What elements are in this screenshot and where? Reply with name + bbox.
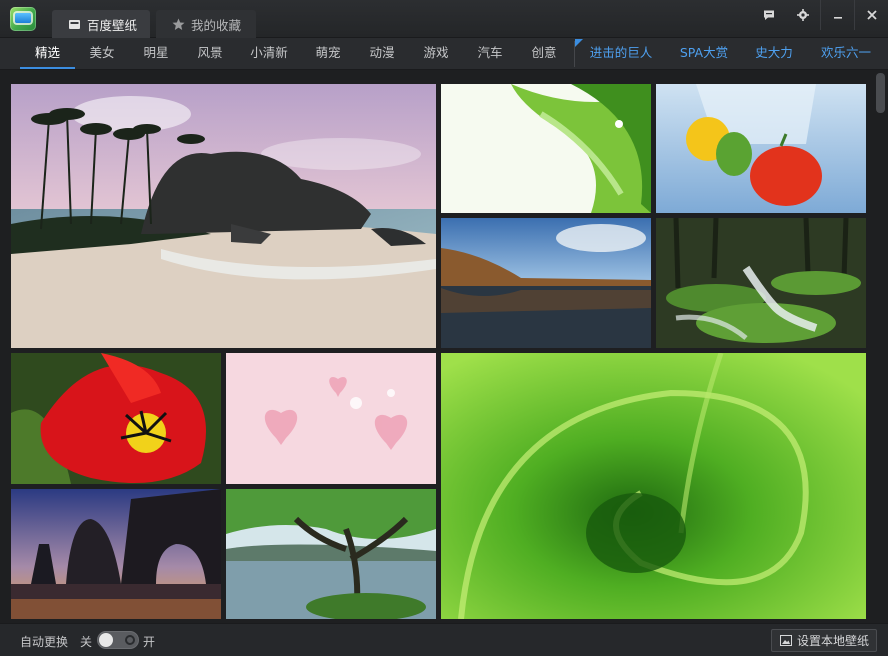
topic-shi-dali[interactable]: 史大力: [744, 38, 804, 68]
minimize-icon: [833, 17, 842, 19]
scrollbar-thumb[interactable]: [876, 73, 885, 113]
category-creative[interactable]: 创意: [517, 38, 571, 68]
toggle-off-label: 关: [80, 635, 93, 649]
close-icon: [866, 10, 877, 20]
category-anime[interactable]: 动漫: [355, 38, 409, 68]
category-scenery[interactable]: 风景: [183, 38, 237, 68]
close-button[interactable]: [854, 0, 888, 30]
wallpaper-tile-red-flower[interactable]: [11, 353, 221, 484]
tab-my-favorites[interactable]: 我的收藏: [156, 10, 256, 38]
category-nav: 精选 美女 明星 风景 小清新 萌宠 动漫 游戏 汽车 创意 进击的巨人 SPA…: [0, 38, 888, 70]
star-icon: [172, 18, 185, 30]
set-local-wallpaper-label: 设置本地壁纸: [797, 634, 870, 648]
feedback-button[interactable]: [752, 0, 786, 30]
tab-label: 我的收藏: [191, 17, 242, 33]
set-local-wallpaper-button[interactable]: 设置本地壁纸: [771, 629, 877, 652]
tab-baidu-wallpaper[interactable]: 百度壁纸: [52, 10, 150, 38]
auto-change-toggle[interactable]: [97, 631, 139, 649]
image-icon: [780, 635, 792, 646]
wallpaper-tile-lake[interactable]: [441, 218, 651, 348]
wallpaper-tile-rock-arch[interactable]: [11, 489, 221, 619]
settings-button[interactable]: [786, 0, 820, 30]
settings-icon: [797, 9, 809, 21]
topic-childrens-day[interactable]: 欢乐六一: [814, 38, 878, 68]
footer-bar: 自动更换 关 开 设置本地壁纸: [0, 623, 888, 656]
active-category-indicator: [20, 67, 75, 69]
wallpaper-icon: [69, 19, 80, 29]
category-featured[interactable]: 精选: [20, 38, 75, 68]
wallpaper-tile-green-leaf-spiral[interactable]: [441, 353, 866, 619]
category-pets[interactable]: 萌宠: [301, 38, 355, 68]
wallpaper-tile-pink-hearts[interactable]: [226, 353, 436, 484]
topic-attack-on-titan[interactable]: 进击的巨人: [582, 38, 660, 68]
feedback-icon: [764, 10, 774, 20]
tab-label: 百度壁纸: [87, 17, 138, 33]
wallpaper-tile-peppers[interactable]: [656, 84, 866, 213]
auto-change-label: 自动更换: [20, 635, 69, 649]
category-beauty[interactable]: 美女: [75, 38, 129, 68]
toggle-ring: [125, 635, 135, 645]
wallpaper-tile-green-leaves[interactable]: [441, 84, 651, 213]
toggle-knob: [99, 633, 113, 647]
topic-spa[interactable]: SPA大赏: [672, 38, 736, 68]
minimize-button[interactable]: [820, 0, 854, 30]
wallpaper-tile-forest-stream[interactable]: [656, 218, 866, 348]
category-fresh[interactable]: 小清新: [237, 38, 301, 68]
app-logo-icon: [10, 7, 36, 31]
category-games[interactable]: 游戏: [409, 38, 463, 68]
title-bar: 百度壁纸 我的收藏: [0, 0, 888, 38]
wallpaper-tile-lake-tree[interactable]: [226, 489, 436, 619]
wallpaper-tile-beach[interactable]: [11, 84, 436, 348]
toggle-on-label: 开: [143, 635, 156, 649]
category-stars[interactable]: 明星: [129, 38, 183, 68]
category-cars[interactable]: 汽车: [463, 38, 517, 68]
